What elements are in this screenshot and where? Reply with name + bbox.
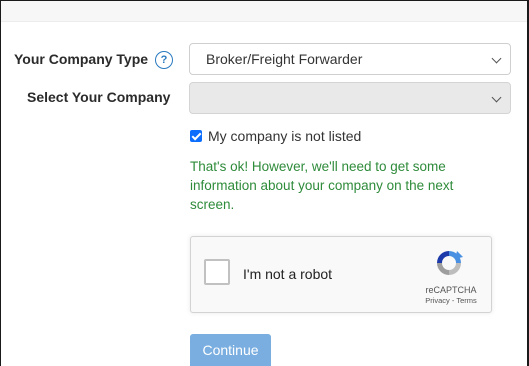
not-listed-note: That's ok! However, we'll need to get so… (190, 159, 454, 212)
frame-left-border (0, 0, 1, 366)
chevron-down-icon (491, 92, 502, 103)
not-listed-checkbox-row[interactable]: My company is not listed (190, 128, 361, 144)
recaptcha-widget: I'm not a robot reCAPTCHA Privacy - Term… (190, 236, 492, 313)
company-type-label-text: Your Company Type (14, 51, 149, 67)
continue-button[interactable]: Continue (190, 334, 271, 366)
select-company-label: Select Your Company (27, 89, 171, 105)
company-type-select[interactable]: Broker/Freight Forwarder (189, 43, 511, 75)
recaptcha-checkbox[interactable] (204, 259, 230, 285)
recaptcha-logo-icon (437, 251, 463, 275)
not-listed-checkbox-label: My company is not listed (208, 128, 362, 144)
not-listed-checkbox[interactable] (190, 130, 202, 142)
recaptcha-brand: reCAPTCHA (425, 285, 477, 295)
company-type-selected-value: Broker/Freight Forwarder (206, 51, 363, 67)
question-circle-icon[interactable]: ? (154, 51, 173, 69)
page-header-band (1, 1, 527, 22)
select-company-select[interactable] (189, 82, 511, 114)
recaptcha-privacy-terms-link[interactable]: Privacy - Terms (419, 296, 483, 305)
recaptcha-label: I'm not a robot (243, 266, 333, 282)
chevron-down-icon (491, 53, 502, 64)
company-type-label: Your Company Type ? (14, 51, 173, 69)
